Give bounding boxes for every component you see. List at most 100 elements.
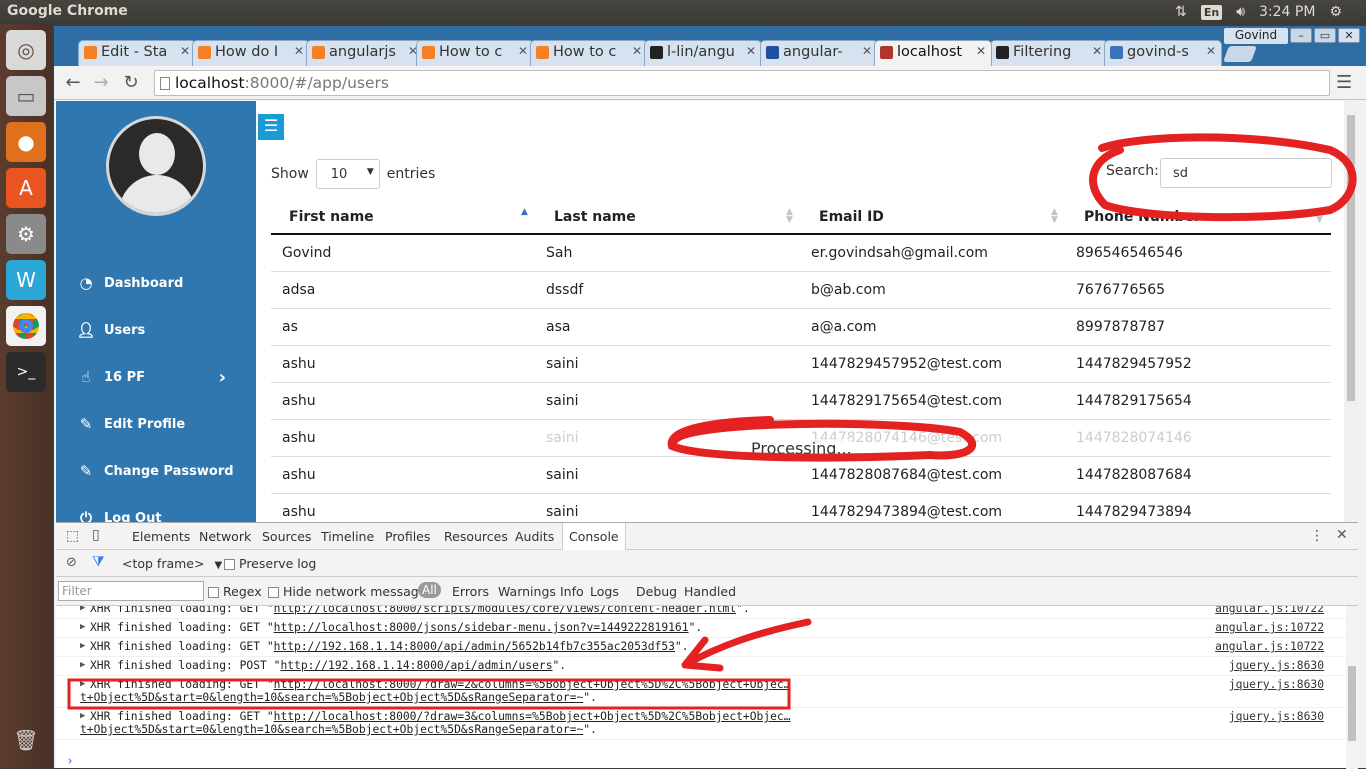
sidebar-item-users[interactable]: 👤︎ Users bbox=[76, 318, 246, 342]
console-scrollbar[interactable] bbox=[1346, 606, 1358, 769]
console-prompt[interactable]: › bbox=[66, 754, 74, 769]
console-message[interactable]: ▶ XHR finished loading: GET "http://local… bbox=[56, 606, 1346, 619]
file-manager-icon[interactable]: ▭ bbox=[6, 76, 46, 116]
tab-10[interactable]: govind-s ✕ bbox=[1104, 40, 1222, 66]
close-tab-icon[interactable]: ✕ bbox=[180, 44, 190, 58]
devtools-tab-timeline[interactable]: Timeline bbox=[321, 529, 374, 544]
level-filter-errors[interactable]: Errors bbox=[452, 584, 489, 599]
expand-arrow-icon[interactable]: ▶ bbox=[80, 711, 85, 721]
keyboard-layout-indicator[interactable]: En bbox=[1200, 4, 1223, 20]
request-url-link[interactable]: http://localhost:8000/?draw=2&columns=%5… bbox=[274, 678, 791, 691]
tab-8[interactable]: localhost ✕ bbox=[874, 40, 992, 66]
close-tab-icon[interactable]: ✕ bbox=[1092, 44, 1102, 58]
devtools-menu-icon[interactable]: ⋮ bbox=[1310, 528, 1324, 544]
maximize-button[interactable]: ▭ bbox=[1314, 28, 1336, 43]
table-row[interactable]: as asa a@a.com 8997878787 bbox=[271, 309, 1331, 346]
source-link[interactable]: angular.js:10722 bbox=[1215, 606, 1324, 615]
regex-checkbox[interactable]: Regex bbox=[208, 584, 262, 599]
sidebar-item-edit-profile[interactable]: ✎ Edit Profile bbox=[76, 412, 246, 436]
request-url-link[interactable]: http://192.168.1.14:8000/api/admin/users bbox=[280, 659, 552, 672]
request-url-link[interactable]: http://localhost:8000/jsons/sidebar-menu… bbox=[274, 621, 689, 634]
firefox-icon[interactable]: ● bbox=[6, 122, 46, 162]
console-message[interactable]: ▶ XHR finished loading: GET "http://192.1… bbox=[56, 638, 1346, 657]
settings-gear-icon[interactable]: ⚙ bbox=[1329, 4, 1342, 20]
close-tab-icon[interactable]: ✕ bbox=[976, 44, 986, 58]
expand-arrow-icon[interactable]: ▶ bbox=[80, 679, 85, 689]
forward-icon[interactable]: → bbox=[90, 72, 112, 94]
page-scrollbar[interactable] bbox=[1344, 101, 1358, 522]
minimize-button[interactable]: – bbox=[1290, 28, 1312, 43]
close-tab-icon[interactable]: ✕ bbox=[1206, 44, 1216, 58]
level-filter-warnings[interactable]: Warnings bbox=[498, 584, 556, 599]
level-filter-debug[interactable]: Debug bbox=[636, 584, 677, 599]
profile-button[interactable]: Govind bbox=[1224, 28, 1288, 44]
close-tab-icon[interactable]: ✕ bbox=[632, 44, 642, 58]
back-icon[interactable]: ← bbox=[62, 72, 84, 94]
tab-2[interactable]: How do I ✕ bbox=[192, 40, 310, 66]
table-row[interactable]: ashu saini 1447829473894@test.com 144782947… bbox=[271, 494, 1331, 522]
level-filter-handled[interactable]: Handled bbox=[684, 584, 736, 599]
clock[interactable]: 3:24 PM bbox=[1259, 4, 1315, 20]
trash-icon[interactable]: 🗑︎ bbox=[6, 720, 46, 760]
source-link[interactable]: jquery.js:8630 bbox=[1229, 678, 1324, 691]
tab-9[interactable]: Filtering ✕ bbox=[990, 40, 1108, 66]
entries-select[interactable]: 10 ▼ bbox=[315, 159, 380, 189]
expand-arrow-icon[interactable]: ▶ bbox=[80, 641, 85, 651]
close-tab-icon[interactable]: ✕ bbox=[862, 44, 872, 58]
ubuntu-dash-icon[interactable]: ◎ bbox=[6, 30, 46, 70]
close-tab-icon[interactable]: ✕ bbox=[518, 44, 528, 58]
column-header[interactable]: First name bbox=[289, 209, 374, 225]
system-settings-icon[interactable]: ⚙ bbox=[6, 214, 46, 254]
console-message[interactable]: ▶ XHR finished loading: GET "http://local… bbox=[56, 676, 1346, 708]
devtools-tab-audits[interactable]: Audits bbox=[515, 529, 554, 544]
console-filter-input[interactable]: Filter bbox=[58, 581, 204, 601]
search-input[interactable]: sd bbox=[1160, 158, 1332, 188]
frame-select[interactable]: <top frame> ▼ bbox=[122, 556, 222, 571]
close-tab-icon[interactable]: ✕ bbox=[294, 44, 304, 58]
table-row[interactable]: Govind Sah er.govindsah@gmail.com 896546546… bbox=[271, 235, 1331, 272]
tab-5[interactable]: How to c ✕ bbox=[530, 40, 648, 66]
close-window-button[interactable]: ✕ bbox=[1338, 28, 1360, 43]
sort-icon[interactable]: ▲ ▼ bbox=[1051, 208, 1058, 225]
tab-3[interactable]: angularjs ✕ bbox=[306, 40, 424, 66]
sort-icon[interactable]: ▲ ▼ bbox=[1316, 208, 1323, 225]
devtools-tab-sources[interactable]: Sources bbox=[262, 529, 311, 544]
source-link[interactable]: angular.js:10722 bbox=[1215, 640, 1324, 653]
sidebar-item-16-pf[interactable]: ☝ 16 PF › bbox=[76, 365, 246, 389]
request-url-link[interactable]: http://192.168.1.14:8000/api/admin/5652b… bbox=[274, 640, 675, 653]
chrome-icon[interactable] bbox=[6, 306, 46, 346]
reload-icon[interactable]: ↻ bbox=[120, 72, 142, 94]
table-row[interactable]: ashu saini 1447829175654@test.com 144782917… bbox=[271, 383, 1331, 420]
hide-network-checkbox[interactable]: Hide network messages bbox=[268, 584, 433, 599]
expand-arrow-icon[interactable]: ▶ bbox=[80, 660, 85, 670]
webstorm-icon[interactable]: W bbox=[6, 260, 46, 300]
devtools-tab-elements[interactable]: Elements bbox=[132, 529, 190, 544]
request-url-link[interactable]: http://localhost:8000/?draw=3&columns=%5… bbox=[274, 710, 791, 723]
level-filter-logs[interactable]: Logs bbox=[590, 584, 619, 599]
sidebar-item-dashboard[interactable]: ◔ Dashboard bbox=[76, 271, 246, 295]
request-url-link[interactable]: http://localhost:8000/scripts/modules/co… bbox=[274, 606, 737, 615]
column-header[interactable]: Last name bbox=[554, 209, 636, 225]
sidebar-item-change-password[interactable]: ✎ Change Password bbox=[76, 459, 246, 483]
close-tab-icon[interactable]: ✕ bbox=[746, 44, 756, 58]
level-filter-all[interactable]: All bbox=[418, 582, 441, 598]
device-mode-icon[interactable]: ▯ bbox=[92, 527, 100, 543]
column-header[interactable]: Email ID bbox=[819, 209, 884, 225]
table-row[interactable]: adsa dssdf b@ab.com 7676776565 bbox=[271, 272, 1331, 309]
filter-icon[interactable]: ⧩ bbox=[92, 554, 105, 570]
preserve-log-checkbox[interactable]: Preserve log bbox=[224, 556, 316, 571]
sidebar-item-log-out[interactable]: ⏻ Log Out bbox=[76, 506, 246, 522]
clear-console-icon[interactable]: ⊘ bbox=[66, 555, 77, 570]
chrome-menu-icon[interactable]: ☰ bbox=[1336, 72, 1352, 93]
tab-4[interactable]: How to c ✕ bbox=[416, 40, 534, 66]
inspect-element-icon[interactable]: ⬚ bbox=[66, 528, 79, 544]
sort-icon[interactable]: ▲ ▼ bbox=[786, 208, 793, 225]
close-devtools-icon[interactable]: ✕ bbox=[1336, 527, 1348, 543]
console-message[interactable]: ▶ XHR finished loading: POST "http://192.… bbox=[56, 657, 1346, 676]
table-row[interactable]: ashu saini 1447829457952@test.com 144782945… bbox=[271, 346, 1331, 383]
source-link[interactable]: angular.js:10722 bbox=[1215, 621, 1324, 634]
sort-icon[interactable]: ▲ bbox=[521, 208, 528, 217]
devtools-tab-resources[interactable]: Resources bbox=[444, 529, 508, 544]
expand-arrow-icon[interactable]: ▶ bbox=[80, 622, 85, 632]
address-bar[interactable]: localhost:8000/#/app/users ☆ bbox=[154, 70, 1330, 96]
